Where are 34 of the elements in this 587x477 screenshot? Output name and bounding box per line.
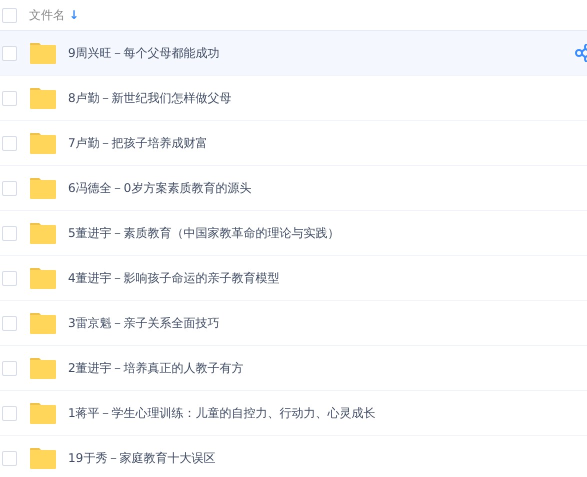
folder-icon bbox=[30, 222, 56, 244]
file-name[interactable]: 9周兴旺－每个父母都能成功 bbox=[68, 44, 220, 62]
file-row[interactable]: 9周兴旺－每个父母都能成功 bbox=[0, 31, 587, 76]
checkbox[interactable] bbox=[2, 450, 17, 466]
checkbox[interactable] bbox=[2, 8, 17, 22]
file-name[interactable]: 6冯德全－0岁方案素质教育的源头 bbox=[68, 180, 252, 196]
checkbox[interactable] bbox=[2, 316, 17, 330]
file-name[interactable]: 8卢勤－新世纪我们怎样做父母 bbox=[68, 90, 232, 106]
column-header[interactable]: 文件名 bbox=[29, 6, 65, 24]
file-name[interactable]: 1蒋平－学生心理训练：儿童的自控力、行动力、心灵成长 bbox=[68, 404, 376, 422]
folder-icon bbox=[30, 88, 56, 108]
file-name[interactable]: 4董进宇－影响孩子命运的亲子教育模型 bbox=[68, 270, 280, 286]
file-name[interactable]: 3雷京魁－亲子关系全面技巧 bbox=[68, 314, 220, 332]
file-name[interactable]: 7卢勤－把孩子培养成财富 bbox=[68, 134, 208, 152]
checkbox[interactable] bbox=[2, 270, 17, 286]
file-name[interactable]: 19于秀－家庭教育十大误区 bbox=[68, 450, 216, 466]
checkbox[interactable] bbox=[2, 136, 17, 150]
folder-icon bbox=[30, 178, 56, 198]
folder-icon bbox=[30, 42, 56, 64]
file-name[interactable]: 5董进宇－素质教育（中国家教革命的理论与实践） bbox=[68, 224, 340, 242]
folder-icon bbox=[30, 312, 56, 334]
checkbox[interactable] bbox=[2, 406, 17, 420]
share-icon[interactable] bbox=[575, 44, 587, 62]
folder-icon bbox=[30, 402, 56, 424]
checkbox[interactable] bbox=[2, 46, 17, 60]
checkbox[interactable] bbox=[2, 360, 17, 376]
file-name[interactable]: 2董进宇－培养真正的人教子有方 bbox=[68, 360, 244, 376]
checkbox[interactable] bbox=[2, 90, 17, 106]
checkbox[interactable] bbox=[2, 226, 17, 240]
folder-icon bbox=[30, 268, 56, 288]
folder-icon bbox=[30, 358, 56, 378]
folder-icon bbox=[30, 448, 56, 468]
checkbox[interactable] bbox=[2, 180, 17, 196]
folder-icon bbox=[30, 132, 56, 154]
